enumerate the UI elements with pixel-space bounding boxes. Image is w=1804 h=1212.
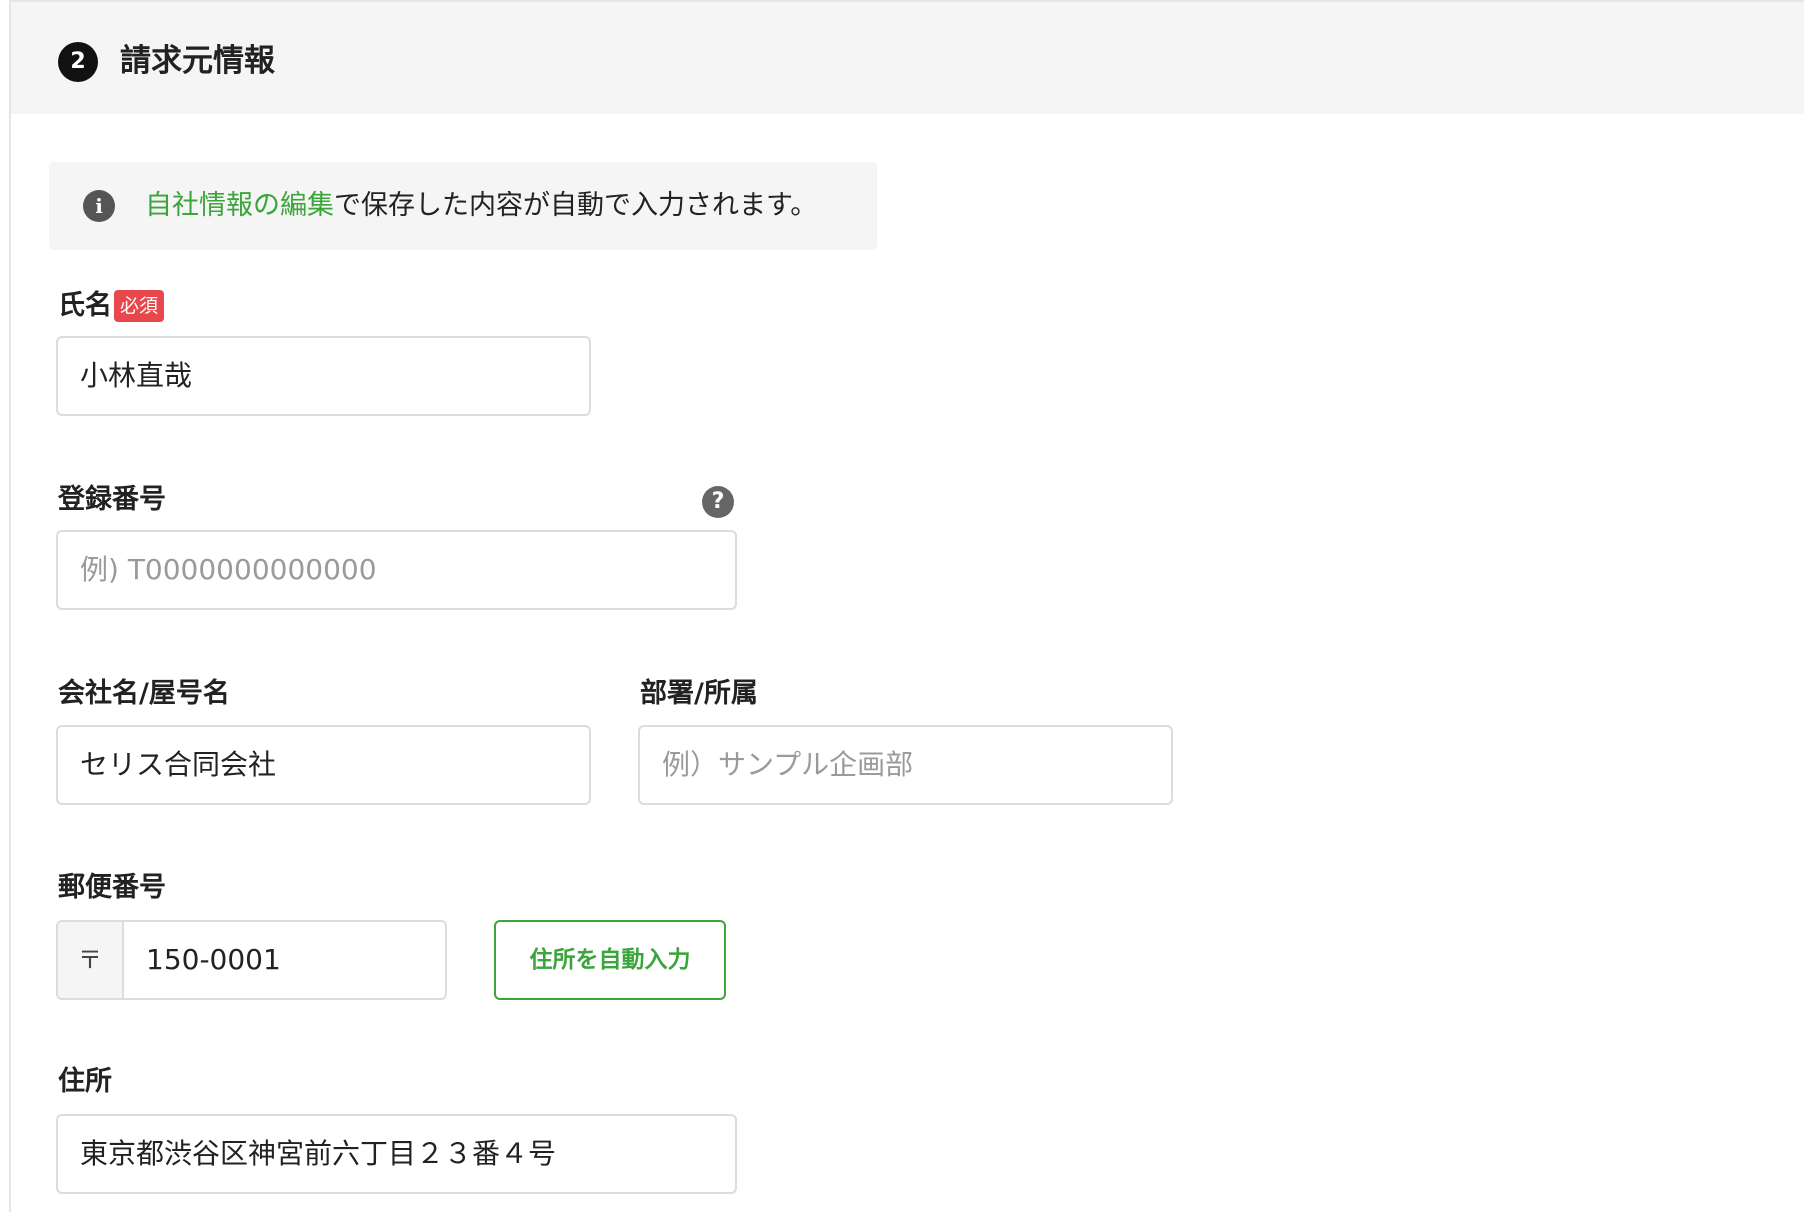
- name-label: 氏名: [58, 290, 112, 321]
- name-input[interactable]: 小林直哉: [56, 336, 591, 416]
- postal-code-field[interactable]: 〒 150-0001: [56, 920, 447, 1000]
- address-autofill-button[interactable]: 住所を自動入力: [494, 920, 726, 1000]
- company-name-input[interactable]: セリス合同会社: [56, 725, 591, 805]
- address-label: 住所: [58, 1066, 112, 1097]
- section-header: 2 請求元情報: [11, 2, 1804, 114]
- company-info-edit-link[interactable]: 自社情報の編集: [145, 190, 334, 221]
- department-label: 部署/所属: [640, 678, 758, 709]
- registration-number-input[interactable]: 例) T0000000000000: [56, 530, 737, 610]
- address-input[interactable]: 東京都渋谷区神宮前六丁目２３番４号: [56, 1114, 737, 1194]
- required-badge: 必須: [114, 290, 165, 322]
- section-title: 請求元情報: [120, 43, 275, 79]
- postal-code-value[interactable]: 150-0001: [146, 922, 281, 998]
- info-icon: i: [83, 190, 115, 222]
- info-message: で保存した内容が自動で入力されます。: [334, 190, 818, 221]
- info-notice: i 自社情報の編集で保存した内容が自動で入力されます。: [49, 162, 877, 250]
- registration-number-label: 登録番号: [58, 484, 166, 515]
- department-input[interactable]: 例）サンプル企画部: [638, 725, 1173, 805]
- postal-code-label: 郵便番号: [58, 872, 166, 903]
- help-icon[interactable]: ?: [702, 486, 734, 518]
- postal-mark-prefix: 〒: [58, 922, 124, 998]
- step-number-badge: 2: [58, 42, 98, 82]
- company-name-label: 会社名/屋号名: [58, 678, 230, 709]
- info-text: 自社情報の編集で保存した内容が自動で入力されます。: [145, 186, 817, 226]
